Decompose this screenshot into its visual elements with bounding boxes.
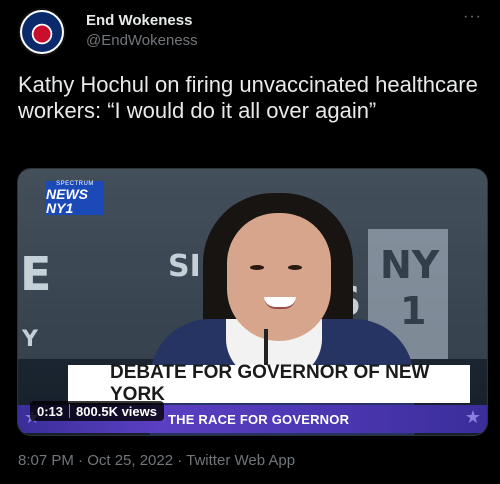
backdrop-text-left: E — [20, 247, 52, 301]
eagle-flag-badge-icon — [22, 12, 62, 52]
video-elapsed-time: 0:13 — [37, 403, 64, 419]
video-stats-pill: 0:13 800.5K views — [30, 401, 164, 421]
tweet-text: Kathy Hochul on firing unvaccinated heal… — [18, 72, 478, 123]
speaker-face — [227, 213, 331, 341]
lower-third-headline: DEBATE FOR GOVERNOR OF NEW YORK — [68, 362, 470, 405]
backdrop-text-right: NY — [380, 243, 440, 287]
backdrop-text-small: Y — [22, 327, 38, 352]
speaker-eye-left — [250, 265, 264, 270]
speaker-eye-right — [288, 265, 302, 270]
star-decoration-icon: ★ — [464, 407, 481, 427]
pill-divider — [69, 404, 71, 418]
video-view-count: 800.5K views — [76, 403, 157, 419]
tweet-header: End Wokeness @EndWokeness ··· — [14, 6, 486, 58]
subheadline-text: THE RACE FOR GOVERNOR — [168, 412, 350, 427]
tweet-timestamp[interactable]: 8:07 PM · Oct 25, 2022 · Twitter Web App — [18, 452, 295, 469]
author-handle[interactable]: @EndWokeness — [86, 32, 198, 49]
author-avatar[interactable] — [18, 8, 66, 56]
backdrop-text-right2: 1 — [400, 289, 427, 333]
headline-text: DEBATE FOR GOVERNOR OF NEW YORK — [110, 362, 430, 405]
video-player[interactable]: E Y SI M /S NY 1 SPECTRUM NEWS NY1 DEBAT… — [17, 168, 488, 436]
logo-main-text: NEWS NY1 — [46, 186, 88, 216]
news-network-logo: SPECTRUM NEWS NY1 — [46, 181, 104, 215]
more-horizontal-icon[interactable]: ··· — [463, 8, 482, 26]
author-name[interactable]: End Wokeness — [86, 12, 192, 29]
